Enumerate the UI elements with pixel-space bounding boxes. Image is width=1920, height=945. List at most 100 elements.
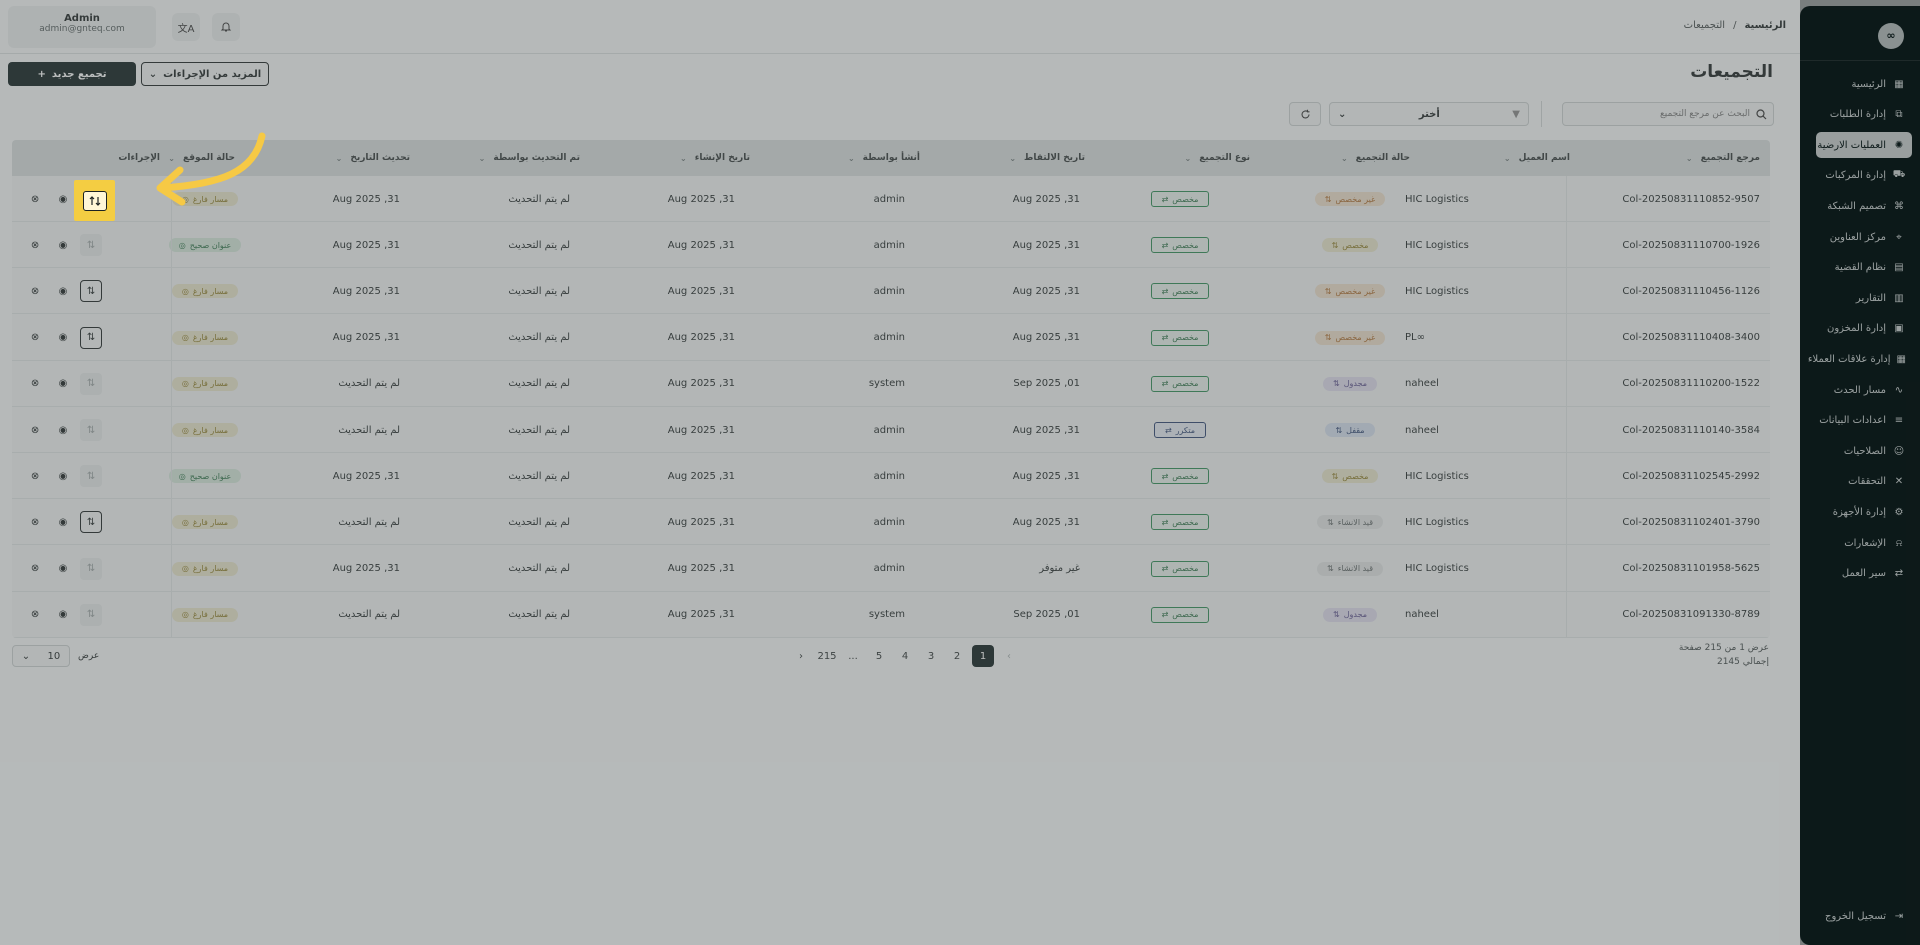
assign-button[interactable]: ⇅ — [80, 234, 102, 257]
page-button[interactable]: 2 — [946, 645, 968, 667]
repeat-icon: ⇄ — [1161, 333, 1169, 343]
prev-page-button[interactable]: ‹ — [998, 645, 1020, 667]
view-button[interactable]: ◉ — [52, 188, 74, 210]
cancel-button[interactable]: ⊗ — [24, 465, 46, 487]
column-header[interactable]: مرجع التجميع ⌄ — [1686, 140, 1760, 176]
sidebar-item-device[interactable]: ⚙ إدارة الأجهزة — [1816, 499, 1912, 525]
table-row[interactable]: Col-20250831102401-3790 HIC Logistics قيد … — [12, 499, 1770, 546]
page-button[interactable]: ... — [842, 645, 864, 667]
updated-date: 31, Aug 2025 — [332, 193, 400, 205]
sidebar-item-inventory[interactable]: ▣ إدارة المخزون — [1816, 316, 1912, 342]
view-button[interactable]: ◉ — [52, 511, 74, 533]
assign-button[interactable]: ⇅ — [80, 603, 102, 626]
table-row[interactable]: Col-20250831110700-1926 HIC Logistics مخصص… — [12, 222, 1770, 269]
cancel-button[interactable]: ⊗ — [24, 373, 46, 395]
search-box[interactable] — [1562, 102, 1774, 126]
sidebar-item-location[interactable]: ⌖ مركز العناوين — [1816, 224, 1912, 250]
table-row[interactable]: Col-20250831110200-1522 naheel مجدول ⇅ مخصص ⇄… — [12, 361, 1770, 407]
sidebar-item-tools[interactable]: ✕ التحققات — [1816, 469, 1912, 495]
sidebar-item-dashboard[interactable]: ▦ الرئيسية — [1816, 71, 1912, 97]
status-label: مقفل — [1346, 425, 1365, 435]
column-header[interactable]: أنشأ بواسطة ⌄ — [848, 140, 920, 176]
view-button[interactable]: ◉ — [52, 558, 74, 580]
column-header-label: حالة التجميع — [1355, 153, 1410, 163]
table-row[interactable]: Col-20250831110852-9507 HIC Logistics غير … — [12, 176, 1770, 222]
assign-button[interactable]: ⇅ — [80, 557, 102, 580]
page-button[interactable]: 5 — [868, 645, 890, 667]
cancel-button[interactable]: ⊗ — [24, 327, 46, 349]
page-button[interactable]: 4 — [894, 645, 916, 667]
refresh-button[interactable] — [1289, 102, 1321, 126]
view-button[interactable]: ◉ — [52, 465, 74, 487]
sidebar-item-case[interactable]: ▤ نظام القضية — [1816, 255, 1912, 281]
cancel-button[interactable]: ⊗ — [24, 558, 46, 580]
view-button[interactable]: ◉ — [52, 373, 74, 395]
view-button[interactable]: ◉ — [52, 419, 74, 441]
search-input[interactable] — [1570, 109, 1750, 119]
column-header[interactable]: نوع التجميع ⌄ — [1185, 140, 1251, 176]
column-header[interactable]: حالة التجميع ⌄ — [1341, 140, 1410, 176]
page-button[interactable]: 1 — [972, 645, 994, 667]
column-header[interactable]: تاريخ الإنشاء ⌄ — [680, 140, 750, 176]
sidebar-item-reports[interactable]: ▥ التقارير — [1816, 285, 1912, 311]
assign-button[interactable]: ⇅ — [80, 326, 102, 349]
more-actions-button[interactable]: ⌄ المزيد من الإجراءات — [141, 62, 269, 86]
view-button[interactable]: ◉ — [52, 604, 74, 626]
assign-button[interactable]: ⇅ — [80, 280, 102, 303]
table-row[interactable]: Col-20250831110408-3400 PL∞ غير مخصص ⇅ مخصص ⇄… — [12, 315, 1770, 361]
sidebar-item-network[interactable]: ⌘ تصميم الشبكة — [1816, 193, 1912, 219]
cancel-button[interactable]: ⊗ — [24, 234, 46, 256]
cancel-button[interactable]: ⊗ — [24, 419, 46, 441]
breadcrumb-separator: / — [1733, 20, 1737, 31]
created-date: 31, Aug 2025 — [667, 239, 735, 251]
table-row[interactable]: Col-20250831102545-2992 HIC Logistics مخصص… — [12, 453, 1770, 500]
assign-button[interactable]: ⇅ — [80, 419, 102, 441]
location-badge: مسار فارغ ◎ — [171, 607, 239, 622]
assign-button[interactable]: ⇅ — [80, 511, 102, 534]
cancel-button[interactable]: ⊗ — [24, 188, 46, 210]
cancel-button[interactable]: ⊗ — [24, 280, 46, 302]
page-button[interactable]: 3 — [920, 645, 942, 667]
next-page-button[interactable]: › — [790, 645, 812, 667]
logout-button[interactable]: ⇥ تسجيل الخروج — [1816, 903, 1912, 929]
table-row[interactable]: Col-20250831110140-3584 naheel مقفل ⇅ متكرر ⇄… — [12, 407, 1770, 453]
new-collection-button[interactable]: + تجميع جديد — [8, 62, 136, 86]
notifications-button[interactable] — [212, 13, 240, 41]
column-header[interactable]: تحديث التاريخ ⌄ — [336, 140, 410, 176]
view-button[interactable]: ◉ — [52, 280, 74, 302]
highlighted-assign-button[interactable] — [74, 180, 115, 221]
sidebar-item-database[interactable]: ≡ اعدادات البيانات — [1816, 408, 1912, 434]
sidebar-item-bell[interactable]: ⍾ الإشعارات — [1816, 530, 1912, 556]
sidebar-item-workflow[interactable]: ⇄ سير العمل — [1816, 561, 1912, 587]
table-row[interactable]: Col-20250831101958-5625 HIC Logistics قيد … — [12, 546, 1770, 592]
cancel-button[interactable]: ⊗ — [24, 511, 46, 533]
translate-button[interactable]: 文A — [172, 13, 200, 41]
sidebar-item-route[interactable]: ∿ مسار الحدث — [1816, 377, 1912, 403]
column-header[interactable]: اسم العميل ⌄ — [1504, 140, 1570, 176]
updated-date: 31, Aug 2025 — [332, 563, 400, 575]
filter-select[interactable]: ▼ أختر ⌄ — [1329, 102, 1529, 126]
sidebar-item-users[interactable]: ☺ الصلاحيات — [1816, 438, 1912, 464]
table-row[interactable]: Col-20250831110456-1126 HIC Logistics غير … — [12, 268, 1770, 315]
sidebar-item-ground-ops[interactable]: ✺ العمليات الارضية — [1816, 132, 1912, 159]
collection-ref: Col-20250831110456-1126 — [1622, 285, 1760, 297]
view-icon: ◉ — [58, 285, 68, 297]
client-name: HIC Logistics — [1405, 563, 1469, 575]
sidebar-item-orders[interactable]: ⧉ إدارة الطلبات — [1816, 102, 1912, 128]
view-button[interactable]: ◉ — [52, 327, 74, 349]
page-button[interactable]: 215 — [816, 645, 838, 667]
user-profile[interactable]: Admin admin@gnteq.com — [8, 6, 156, 48]
assign-button[interactable]: ⇅ — [80, 372, 102, 395]
breadcrumb-home[interactable]: الرئيسية — [1744, 20, 1786, 31]
column-header[interactable]: تاريخ الالتقاط ⌄ — [1009, 140, 1085, 176]
page-size-select[interactable]: ⌄ 10 — [12, 645, 70, 667]
location-label: مسار فارغ — [192, 517, 229, 527]
table-row[interactable]: Col-20250831091330-8789 naheel مجدول ⇅ مخصص ⇄… — [12, 592, 1770, 638]
sidebar-item-crm[interactable]: ▦ إدارة علاقات العملاء — [1808, 346, 1912, 372]
column-header[interactable]: تم التحديث بواسطة ⌄ — [479, 140, 580, 176]
repeat-icon: ⇄ — [1161, 471, 1169, 481]
view-button[interactable]: ◉ — [52, 234, 74, 256]
cancel-button[interactable]: ⊗ — [24, 604, 46, 626]
assign-button[interactable]: ⇅ — [80, 465, 102, 488]
sidebar-item-truck[interactable]: ⛟ إدارة المركبات — [1816, 163, 1912, 189]
